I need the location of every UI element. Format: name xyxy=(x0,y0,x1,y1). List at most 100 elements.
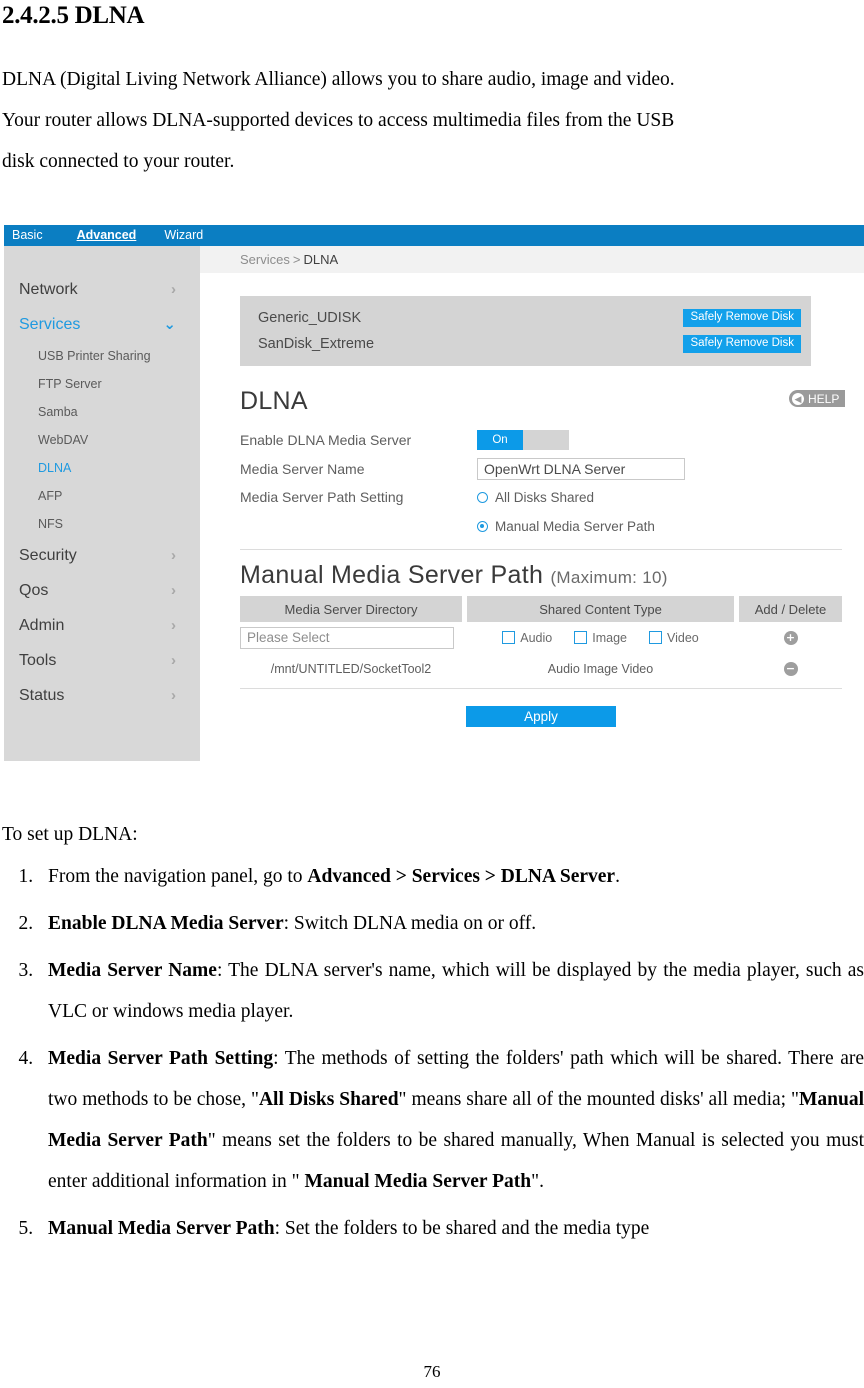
checkbox-item-audio[interactable]: Audio xyxy=(502,631,552,645)
sidebar-item-security[interactable]: Security › xyxy=(4,538,200,573)
sidebar-label: USB Printer Sharing xyxy=(38,349,151,363)
manual-path-title-text: Manual Media Server Path xyxy=(240,561,544,589)
table-bottom-divider xyxy=(240,688,842,689)
radio-option-all-disks-shared[interactable]: All Disks Shared xyxy=(477,483,655,512)
sidebar-label: Qos xyxy=(19,581,49,599)
content-types-value: Audio Image Video xyxy=(547,661,654,676)
help-tab-button[interactable]: ◀ HELP xyxy=(789,390,846,407)
cell-add-action: + xyxy=(739,630,842,645)
body-text: From the navigation panel, go to xyxy=(48,866,308,887)
top-navigation-bar: Basic Advanced Wizard xyxy=(4,225,864,246)
sidebar-item-nfs[interactable]: NFS xyxy=(4,510,200,538)
instruction-item: Media Server Path Setting: The methods o… xyxy=(38,1038,864,1202)
instructions-section: To set up DLNA: From the navigation pane… xyxy=(0,820,864,1249)
checkbox-label: Audio xyxy=(520,630,553,645)
radio-icon xyxy=(477,492,488,503)
help-label: HELP xyxy=(808,391,840,406)
ui-body: Network › Services ⌄ USB Printer Sharing… xyxy=(4,246,864,761)
chevron-right-icon: › xyxy=(171,687,176,704)
section-divider xyxy=(240,549,842,550)
media-server-path-setting-row: Media Server Path Setting All Disks Shar… xyxy=(240,483,864,541)
disk-row: SanDisk_Extreme Safely Remove Disk xyxy=(258,331,801,357)
cell-directory-select xyxy=(240,626,462,649)
sidebar-item-services[interactable]: Services ⌄ xyxy=(4,307,200,342)
sidebar-item-tools[interactable]: Tools › xyxy=(4,643,200,678)
sidebar-label: Admin xyxy=(19,616,65,634)
enable-dlna-toggle[interactable]: On xyxy=(477,429,569,450)
safely-remove-disk-button[interactable]: Safely Remove Disk xyxy=(683,308,801,328)
cell-delete-action: − xyxy=(739,661,842,676)
apply-button-container: Apply xyxy=(240,706,842,727)
column-header-media-server-directory: Media Server Directory xyxy=(240,596,462,622)
dlna-section-title: DLNA xyxy=(240,387,308,415)
breadcrumb-parent[interactable]: Services xyxy=(240,252,290,267)
emphasis-text: Manual Media Server Path xyxy=(304,1171,532,1192)
chevron-down-icon: ⌄ xyxy=(163,316,176,333)
sidebar-item-status[interactable]: Status › xyxy=(4,678,200,713)
instruction-item: Manual Media Server Path: Set the folder… xyxy=(38,1208,864,1249)
checkbox-icon xyxy=(648,631,662,644)
sidebar-item-dlna[interactable]: DLNA xyxy=(4,454,200,482)
media-server-name-input[interactable] xyxy=(477,457,685,480)
arrow-left-icon: ◀ xyxy=(792,392,804,405)
topnav-basic[interactable]: Basic xyxy=(12,225,77,246)
sidebar-item-ftp-server[interactable]: FTP Server xyxy=(4,370,200,398)
disk-name: SanDisk_Extreme xyxy=(258,336,375,352)
media-server-path-setting-label: Media Server Path Setting xyxy=(240,489,404,505)
topnav-advanced[interactable]: Advanced xyxy=(77,225,165,246)
table-row: /mnt/UNTITLED/SocketTool2 Audio Image Vi… xyxy=(240,653,842,684)
topnav-wizard[interactable]: Wizard xyxy=(164,225,217,246)
sidebar-item-usb-printer-sharing[interactable]: USB Printer Sharing xyxy=(4,342,200,370)
sidebar-label: Status xyxy=(19,686,65,704)
checkbox-item-video[interactable]: Video xyxy=(648,631,699,645)
media-server-directory-select[interactable] xyxy=(240,626,454,649)
content-inner: ◀ HELP Generic_UDISK Safely Remove Disk … xyxy=(200,273,864,727)
sidebar-label: WebDAV xyxy=(38,433,89,447)
sidebar-item-samba[interactable]: Samba xyxy=(4,398,200,426)
router-admin-screenshot: Basic Advanced Wizard Network › Services… xyxy=(4,225,864,762)
toggle-on-state: On xyxy=(477,429,523,450)
toggle-track xyxy=(523,429,569,450)
intro-line-2: Your router allows DLNA-supported device… xyxy=(2,109,675,131)
emphasis-text: Enable DLNA Media Server xyxy=(48,913,284,934)
chevron-right-icon: › xyxy=(171,547,176,564)
radio-option-manual-media-server-path[interactable]: Manual Media Server Path xyxy=(477,512,655,541)
sidebar-label: Network xyxy=(19,280,78,298)
sidebar-item-afp[interactable]: AFP xyxy=(4,482,200,510)
manual-path-table: Media Server Directory Shared Content Ty… xyxy=(240,596,842,727)
add-row-button[interactable]: + xyxy=(783,630,798,645)
content-type-checkbox-group: Audio Image Video xyxy=(502,631,699,645)
column-header-add-delete: Add / Delete xyxy=(739,596,842,622)
safely-remove-disk-button[interactable]: Safely Remove Disk xyxy=(683,334,801,354)
delete-row-button[interactable]: − xyxy=(783,661,798,676)
breadcrumb: Services > DLNA xyxy=(240,252,338,267)
apply-button[interactable]: Apply xyxy=(466,706,616,727)
instruction-item: Media Server Name: The DLNA server's nam… xyxy=(38,950,864,1032)
body-text: : Set the folders to be shared and the m… xyxy=(274,1218,650,1239)
sidebar-label: NFS xyxy=(38,517,63,531)
table-header-row: Media Server Directory Shared Content Ty… xyxy=(240,596,842,622)
media-server-name-row: Media Server Name xyxy=(240,454,864,483)
checkbox-item-image[interactable]: Image xyxy=(574,631,627,645)
table-row-new-entry: Audio Image Video xyxy=(240,622,842,653)
manual-path-section-title: Manual Media Server Path (Maximum: 10) xyxy=(240,561,864,590)
sidebar-label: DLNA xyxy=(38,461,72,475)
breadcrumb-current: DLNA xyxy=(303,252,339,267)
sidebar-item-network[interactable]: Network › xyxy=(4,272,200,307)
chevron-right-icon: › xyxy=(171,617,176,634)
disk-row: Generic_UDISK Safely Remove Disk xyxy=(258,305,801,331)
sidebar-item-admin[interactable]: Admin › xyxy=(4,608,200,643)
sidebar-item-qos[interactable]: Qos › xyxy=(4,573,200,608)
instruction-item: From the navigation panel, go to Advance… xyxy=(38,856,864,897)
intro-line-1: DLNA (Digital Living Network Alliance) a… xyxy=(2,68,675,90)
cell-content-types: Audio Image Video xyxy=(467,662,734,676)
radio-label: Manual Media Server Path xyxy=(495,519,655,534)
sidebar-label: Samba xyxy=(38,405,78,419)
navigation-sidebar: Network › Services ⌄ USB Printer Sharing… xyxy=(4,246,200,761)
cell-content-type-checkboxes: Audio Image Video xyxy=(467,631,734,645)
sidebar-item-webdav[interactable]: WebDAV xyxy=(4,426,200,454)
page-title: 2.4.2.5 DLNA xyxy=(2,2,145,29)
body-text: : Switch DLNA media on or off. xyxy=(283,913,537,934)
content-area: Services > DLNA ◀ HELP Generic_UDISK Safel… xyxy=(200,246,864,761)
breadcrumb-bar: Services > DLNA xyxy=(200,246,864,273)
